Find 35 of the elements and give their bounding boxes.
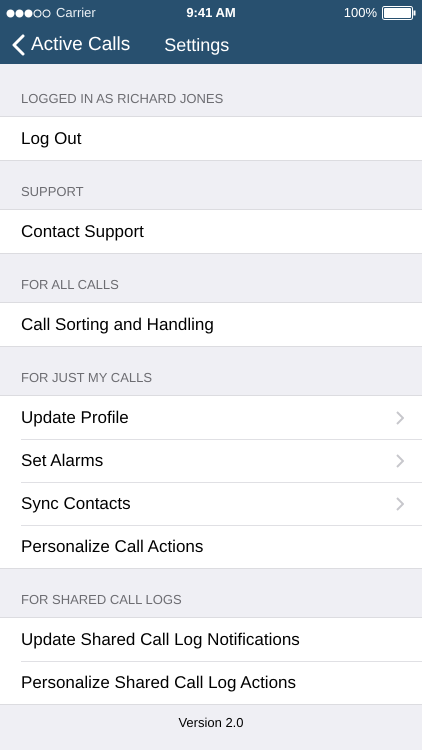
- section-header: FOR JUST MY CALLS: [21, 368, 152, 386]
- settings-row[interactable]: Personalize Shared Call Log Actions: [21, 661, 422, 704]
- row-label: Set Alarms: [21, 450, 104, 472]
- settings-row[interactable]: Personalize Call Actions: [21, 525, 422, 568]
- version-text: Version 2.0: [178, 715, 244, 731]
- chevron-icon: [396, 410, 404, 424]
- section-header: LOGGED IN AS RICHARD JONES: [21, 90, 224, 108]
- chevron-icon: [396, 497, 404, 511]
- nav-title: Settings: [164, 34, 230, 57]
- back-button[interactable]: Active Calls: [0, 30, 130, 60]
- section-header: SUPPORT: [21, 182, 84, 200]
- section-header: FOR SHARED CALL LOGS: [21, 590, 182, 608]
- settings-row[interactable]: Sync Contacts: [21, 482, 422, 525]
- settings-row[interactable]: Contact Support: [0, 210, 422, 253]
- row-label: Sync Contacts: [21, 493, 132, 516]
- settings-row[interactable]: Update Profile: [0, 396, 422, 439]
- carrier-name: Carrier: [56, 4, 96, 22]
- settings-row[interactable]: Log Out: [0, 117, 422, 160]
- status-time: 9:41 AM: [185, 4, 237, 22]
- row-label: Personalize Call Actions: [21, 536, 204, 558]
- row-label: Call Sorting and Handling: [21, 314, 215, 336]
- battery-percent: 100%: [344, 4, 378, 22]
- back-chevron-icon: [12, 34, 25, 56]
- settings-row[interactable]: Update Shared Call Log Notifications: [0, 618, 422, 661]
- battery-icon: [382, 6, 416, 20]
- row-label: Update Profile: [21, 406, 130, 429]
- row-label: Log Out: [21, 128, 82, 150]
- signal-strength-icon: [6, 8, 52, 18]
- chevron-icon: [396, 454, 404, 468]
- section-header: FOR ALL CALLS: [21, 276, 119, 294]
- row-label: Update Shared Call Log Notifications: [21, 628, 301, 651]
- row-label: Personalize Shared Call Log Actions: [21, 672, 297, 694]
- row-label: Contact Support: [21, 220, 145, 243]
- settings-row[interactable]: Call Sorting and Handling: [0, 303, 422, 346]
- settings-row[interactable]: Set Alarms: [21, 439, 422, 482]
